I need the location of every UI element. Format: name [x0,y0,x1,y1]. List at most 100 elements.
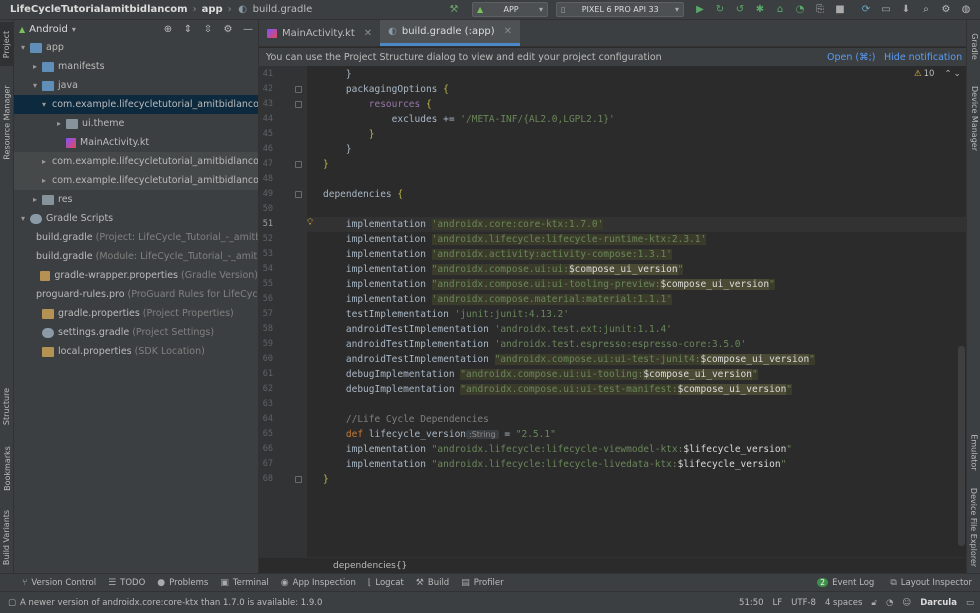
code-line[interactable]: //Life Cycle Dependencies [323,412,489,427]
code-line[interactable]: androidTestImplementation 'androidx.test… [323,322,672,337]
apply-code-changes-icon[interactable]: ↺ [733,3,747,17]
gear-icon[interactable]: ⚙ [221,22,235,36]
theme-label[interactable]: Darcula [920,598,957,608]
line-separator[interactable]: LF [773,598,783,608]
tree-item[interactable]: ▸ manifests [14,57,258,76]
chevron-right-icon[interactable]: ▸ [42,176,46,185]
breadcrumb-file[interactable]: build.gradle [251,4,315,15]
debug-icon[interactable]: ✱ [753,3,767,17]
device-manager-icon[interactable]: ▭ [879,3,893,17]
code-line[interactable]: implementation 'androidx.compose.materia… [323,292,672,307]
tool-profiler[interactable]: ▤ Profiler [461,578,503,588]
stripe-tab-structure[interactable]: Structure [0,378,14,434]
tree-item[interactable]: build.gradle (Project: LifeCycle_Tutorial… [14,228,258,247]
tree-item[interactable]: ▸ com.example.lifecycletutorial_amitbidla… [14,171,258,190]
tree-item[interactable]: ▾ app [14,38,258,57]
tool-version-control[interactable]: ⑂ Version Control [22,578,96,588]
run-icon[interactable]: ▶ [693,3,707,17]
fold-marker-icon[interactable] [295,101,302,108]
sync-gradle-icon[interactable]: ⟳ [859,3,873,17]
chevron-up-icon[interactable]: ⌃ [944,69,951,79]
tree-item[interactable]: ▾ com.example.lifecycletutorial_amitbidla… [14,95,258,114]
hide-icon[interactable]: — [241,22,255,36]
code-line[interactable]: implementation "androidx.lifecycle:lifec… [323,457,786,472]
stripe-tab-device-manager[interactable]: Device Manager [967,72,980,164]
code-line[interactable]: implementation "androidx.compose.ui:ui-t… [323,277,775,292]
tree-item[interactable]: ▸ res [14,190,258,209]
tree-item[interactable]: local.properties (SDK Location) [14,342,258,361]
search-icon[interactable]: ⌕ [919,3,933,17]
tool-problems[interactable]: ● Problems [157,578,208,588]
breadcrumb-module[interactable]: app [200,4,225,15]
code-line[interactable]: } [323,127,375,142]
caret-position[interactable]: 51:50 [739,598,764,608]
code-line[interactable]: implementation 'androidx.activity:activi… [323,247,672,262]
tool-todo[interactable]: ☰ TODO [108,578,145,588]
chevron-right-icon[interactable]: ▸ [42,157,46,166]
tree-item[interactable]: MainActivity.kt [14,133,258,152]
code-line[interactable]: debugImplementation "androidx.compose.ui… [323,382,793,397]
tree-item[interactable]: ▸ ui.theme [14,114,258,133]
hammer-icon[interactable]: ⚒ [447,3,461,17]
run-configuration-select[interactable]: ▲ APP ▾ [472,2,548,17]
tree-item[interactable]: gradle.properties (Project Properties) [14,304,258,323]
code-line[interactable]: implementation "androidx.lifecycle:lifec… [323,442,792,457]
code-line[interactable]: } [323,142,352,157]
chevron-down-icon[interactable]: ▾ [18,43,28,52]
chevron-down-icon[interactable]: ⌄ [954,69,961,79]
status-message[interactable]: A newer version of androidx.core:core-kt… [20,598,322,608]
fold-marker-icon[interactable] [295,476,302,483]
code-line[interactable]: androidTestImplementation 'androidx.test… [323,337,746,352]
code-line[interactable]: dependencies { [323,187,403,202]
fold-marker-icon[interactable] [295,86,302,93]
memory-icon[interactable]: ◔ [886,598,893,608]
tab-build-gradle[interactable]: ◐ build.gradle (:app) ✕ [380,20,521,46]
chevron-down-icon[interactable]: ▾ [18,214,28,223]
close-icon[interactable]: ✕ [364,28,372,39]
stripe-tab-gradle[interactable]: Gradle [967,24,980,68]
profile-icon[interactable]: ◔ [793,3,807,17]
tree-item[interactable]: ▸ com.example.lifecycletutorial_amitbidla… [14,152,258,171]
code-editor[interactable]: 41 42 43 44 45 46 47 48 49 50 51 52 53 54 55 56 57 58 59 60… [259,66,966,557]
code-line[interactable]: } [323,157,329,172]
device-select[interactable]: ▯ PIXEL 6 PRO API 33 ▾ [556,2,684,17]
stop-icon[interactable]: ■ [833,3,847,17]
stripe-tab-emulator[interactable]: Emulator [967,424,980,480]
tree-item[interactable]: gradle-wrapper.properties (Gradle Version… [14,266,258,285]
code-line[interactable]: implementation 'androidx.lifecycle:lifec… [323,232,707,247]
stripe-tab-project[interactable]: Project [0,22,14,66]
code-line[interactable]: } [323,472,329,487]
tree-item[interactable]: ▾ java [14,76,258,95]
stripe-tab-build-variants[interactable]: Build Variants [0,504,14,570]
code-line[interactable]: resources { [323,97,432,112]
code-line[interactable]: debugImplementation "androidx.compose.ui… [323,367,758,382]
tab-mainactivity[interactable]: MainActivity.kt ✕ [259,20,380,46]
editor-breadcrumb-item[interactable]: dependencies{} [333,561,407,571]
editor-scrollbar[interactable] [958,346,965,546]
attach-process-icon[interactable]: ⎘ [813,3,827,17]
code-line[interactable]: excludes += '/META-INF/{AL2.0,LGPL2.1}' [323,112,615,127]
code-line[interactable]: implementation 'androidx.core:core-ktx:1… [323,217,604,232]
tree-item[interactable]: settings.gradle (Project Settings) [14,323,258,342]
settings-icon[interactable]: ⚙ [939,3,953,17]
code-line[interactable]: def lifecycle_version:String = "2.5.1" [323,427,556,442]
sdk-manager-icon[interactable]: ⬇ [899,3,913,17]
lightbulb-icon[interactable]: 💡︎ [307,218,313,228]
indent-setting[interactable]: 4 spaces [825,598,862,608]
collapse-all-icon[interactable]: ⇳ [201,22,215,36]
tool-app-inspection[interactable]: ◉ App Inspection [281,578,356,588]
inspector-icon[interactable]: ☺ [902,598,911,608]
tool-layout-inspector[interactable]: ⧉ Layout Inspector [890,578,972,588]
open-project-structure-link[interactable]: Open (⌘;) [827,52,876,63]
code-line[interactable]: implementation "androidx.compose.ui:ui:$… [323,262,684,277]
chevron-down-icon[interactable]: ▾ [42,100,46,109]
lock-icon[interactable]: 🔓︎ [871,598,877,608]
code-line[interactable]: } [323,67,352,82]
stripe-tab-bookmarks[interactable]: Bookmarks [0,438,14,498]
stripe-tab-device-file-explorer[interactable]: Device File Explorer [967,484,980,570]
code-line[interactable]: packagingOptions { [323,82,449,97]
file-encoding[interactable]: UTF-8 [791,598,816,608]
chevron-down-icon[interactable]: ▾ [30,81,40,90]
code-line[interactable]: androidTestImplementation "androidx.comp… [323,352,815,367]
notification-square-icon[interactable]: ▢ [8,598,16,608]
